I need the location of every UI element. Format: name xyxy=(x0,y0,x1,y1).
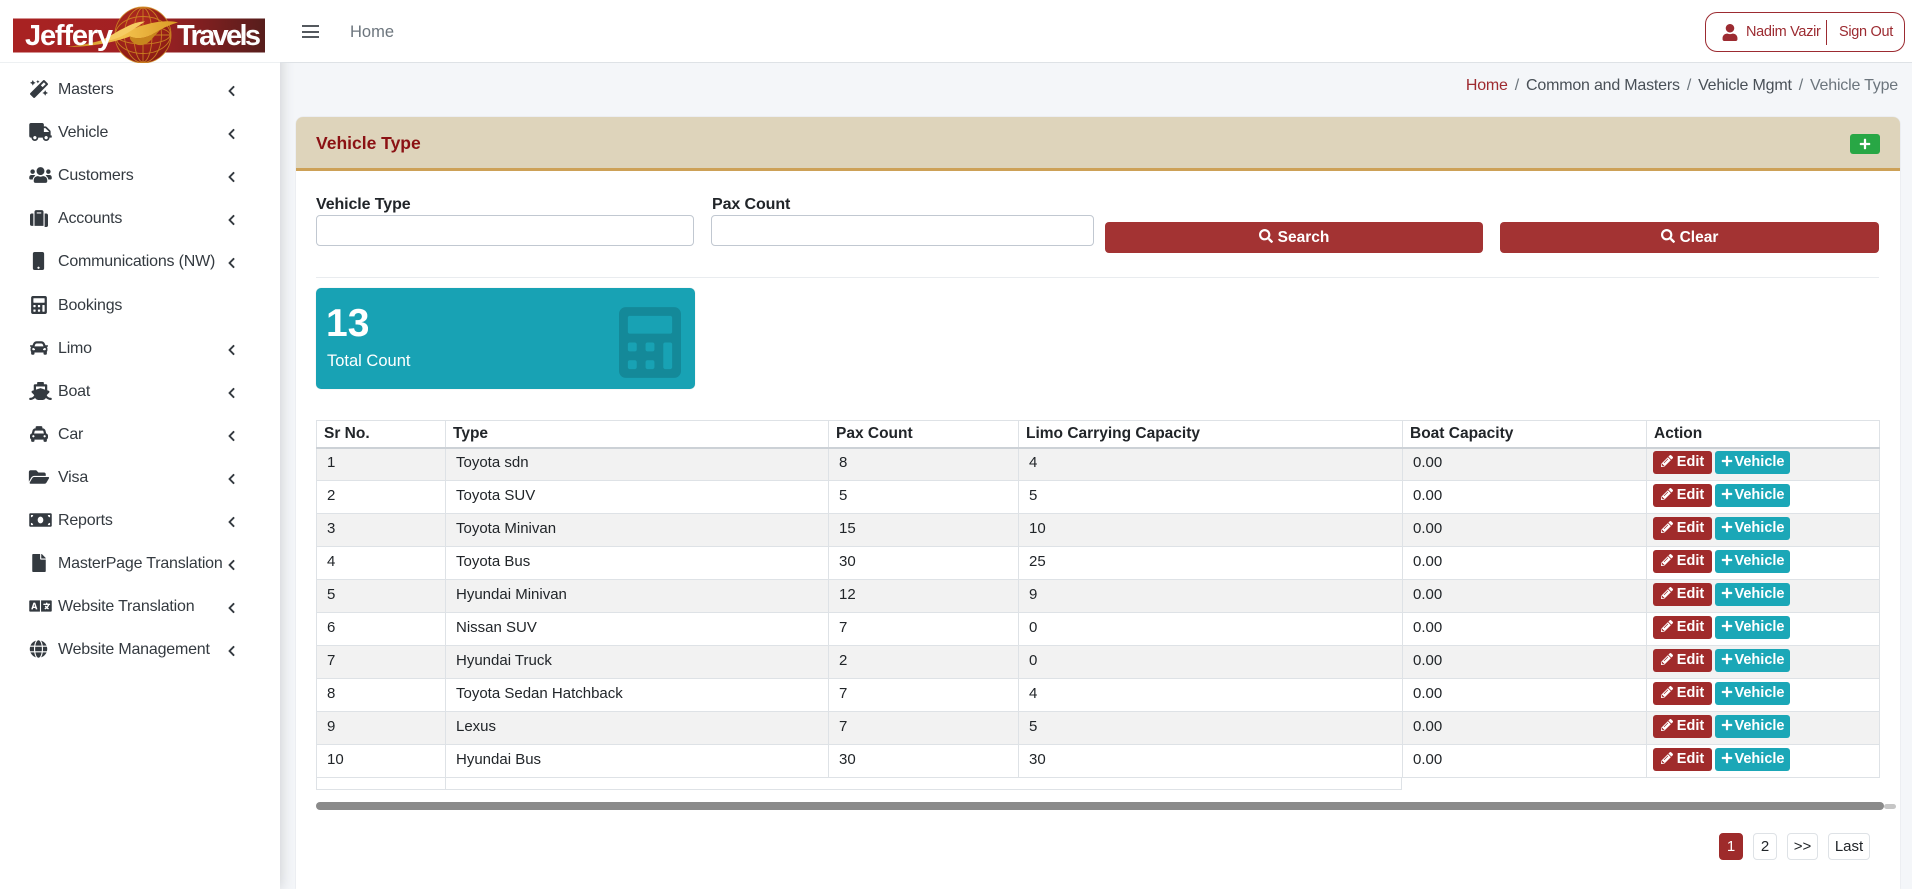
svg-text:Travels: Travels xyxy=(177,20,261,52)
svg-text:Jeffery: Jeffery xyxy=(25,20,113,52)
